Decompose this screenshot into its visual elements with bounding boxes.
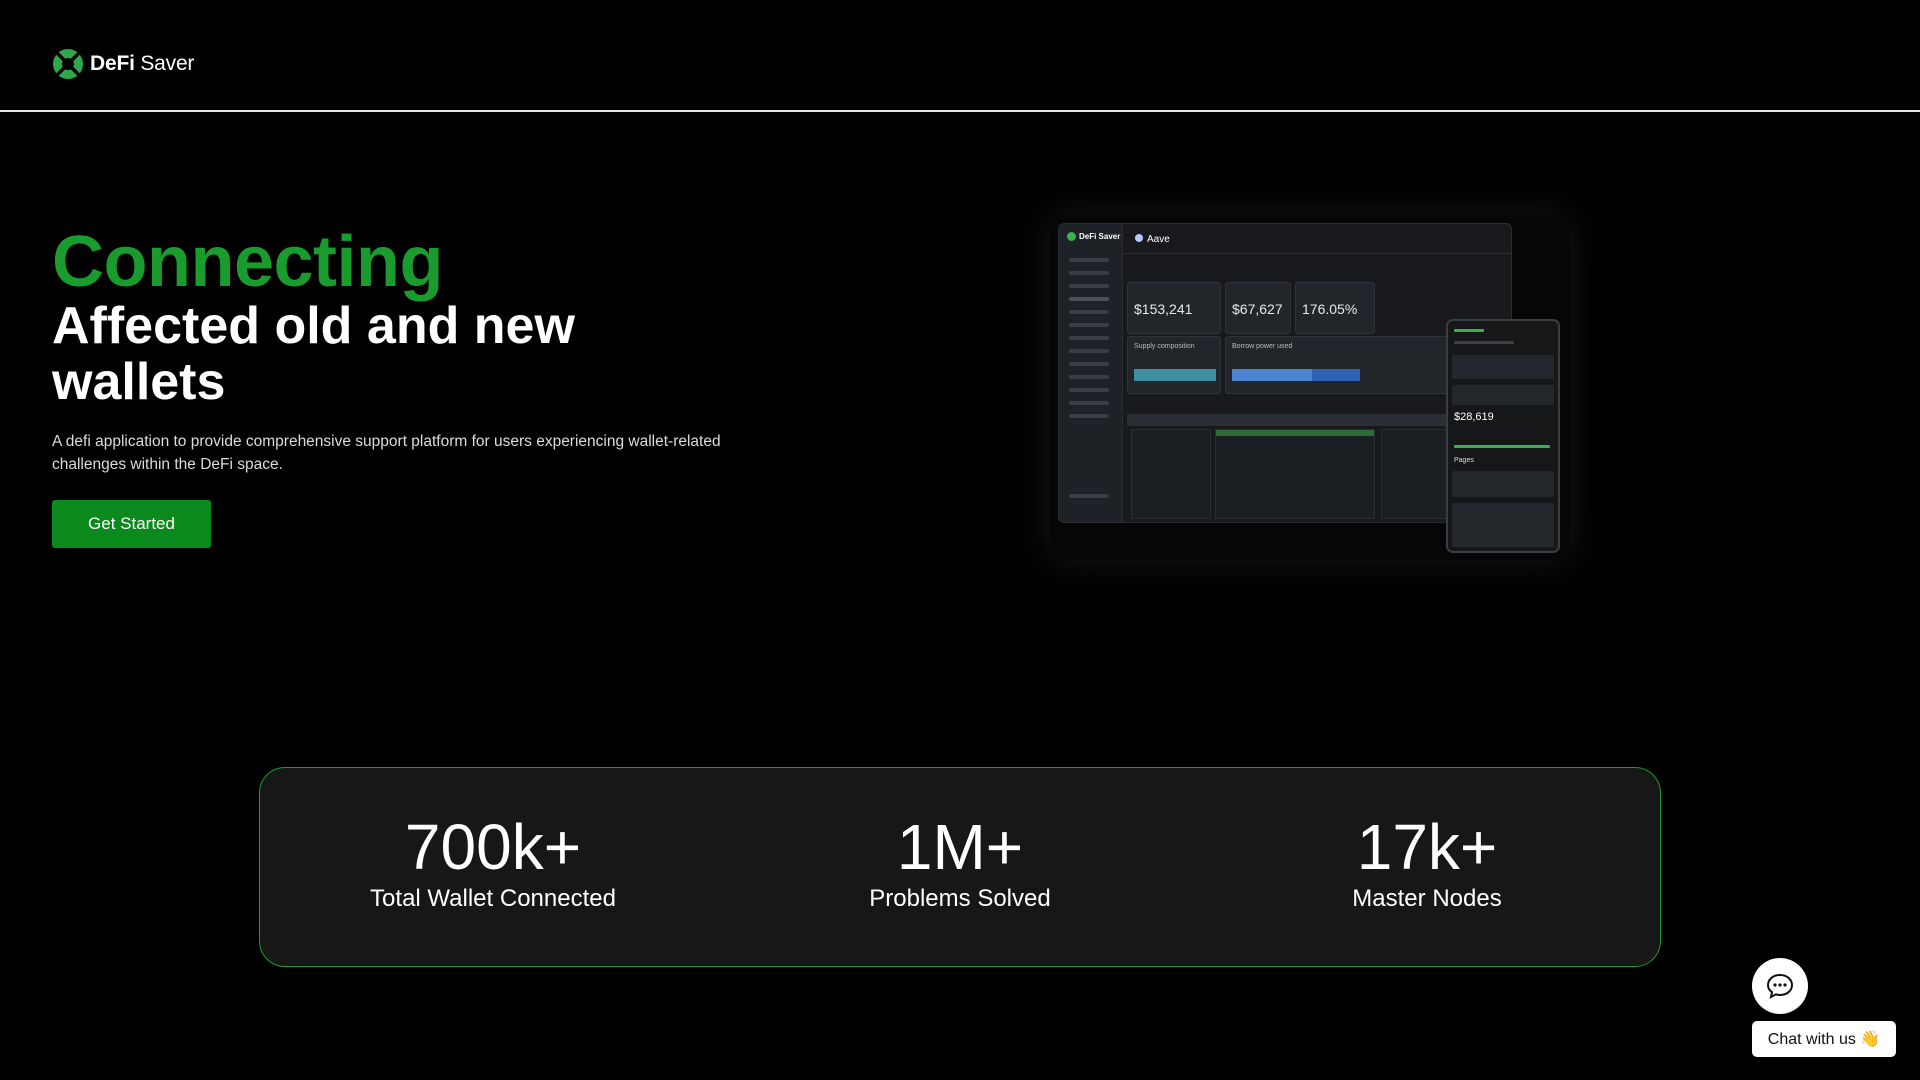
mockup-phone-value: $28,619 <box>1454 411 1494 423</box>
stat-label: Total Wallet Connected <box>370 885 616 912</box>
site-header: DeFi Saver <box>0 0 1920 112</box>
mockup-borrow-card: $67,627 <box>1225 282 1291 334</box>
hero-title-highlight: Connecting <box>52 222 443 302</box>
app-preview-image: DeFi Saver Aave $153,241 $67,627 176.05%… <box>1050 215 1570 560</box>
mockup-composition-card: Supply composition <box>1127 336 1221 394</box>
phone-mockup: $28,619 Pages <box>1446 319 1560 553</box>
chat-icon <box>1766 973 1794 999</box>
stat-problems: 1M+ Problems Solved <box>810 814 1110 914</box>
mockup-ratio-value: 176.05% <box>1302 301 1358 317</box>
stat-value: 1M+ <box>896 811 1024 883</box>
stat-label: Problems Solved <box>869 885 1051 912</box>
mockup-sidebar: DeFi Saver <box>1059 224 1123 522</box>
stat-wallets: 700k+ Total Wallet Connected <box>343 814 643 914</box>
mockup-logo: DeFi Saver <box>1067 232 1120 241</box>
brand-logo[interactable]: DeFi Saver <box>52 48 194 80</box>
stat-nodes: 17k+ Master Nodes <box>1277 814 1577 914</box>
mockup-ratio-card: 176.05% <box>1295 282 1375 334</box>
stat-value: 17k+ <box>1356 811 1498 883</box>
stat-label: Master Nodes <box>1352 885 1502 912</box>
hero-title: Affected old and new wallets <box>52 297 575 411</box>
mockup-supply-value: $153,241 <box>1134 301 1193 317</box>
laptop-mockup: DeFi Saver Aave $153,241 $67,627 176.05%… <box>1058 223 1512 523</box>
hero-description: A defi application to provide comprehens… <box>52 433 721 473</box>
chat-button[interactable] <box>1752 958 1808 1014</box>
stats-panel: 700k+ Total Wallet Connected 1M+ Problem… <box>259 767 1661 967</box>
brand-name: DeFi Saver <box>90 52 195 75</box>
mockup-app-title: Aave <box>1135 234 1170 245</box>
get-started-button[interactable]: Get Started <box>52 500 211 548</box>
mockup-borrow-value: $67,627 <box>1232 301 1283 317</box>
mockup-supply-card: $153,241 <box>1127 282 1221 334</box>
defi-saver-logo-icon <box>53 49 83 79</box>
chat-label[interactable]: Chat with us 👋 <box>1752 1021 1896 1057</box>
stat-value: 700k+ <box>404 811 582 883</box>
